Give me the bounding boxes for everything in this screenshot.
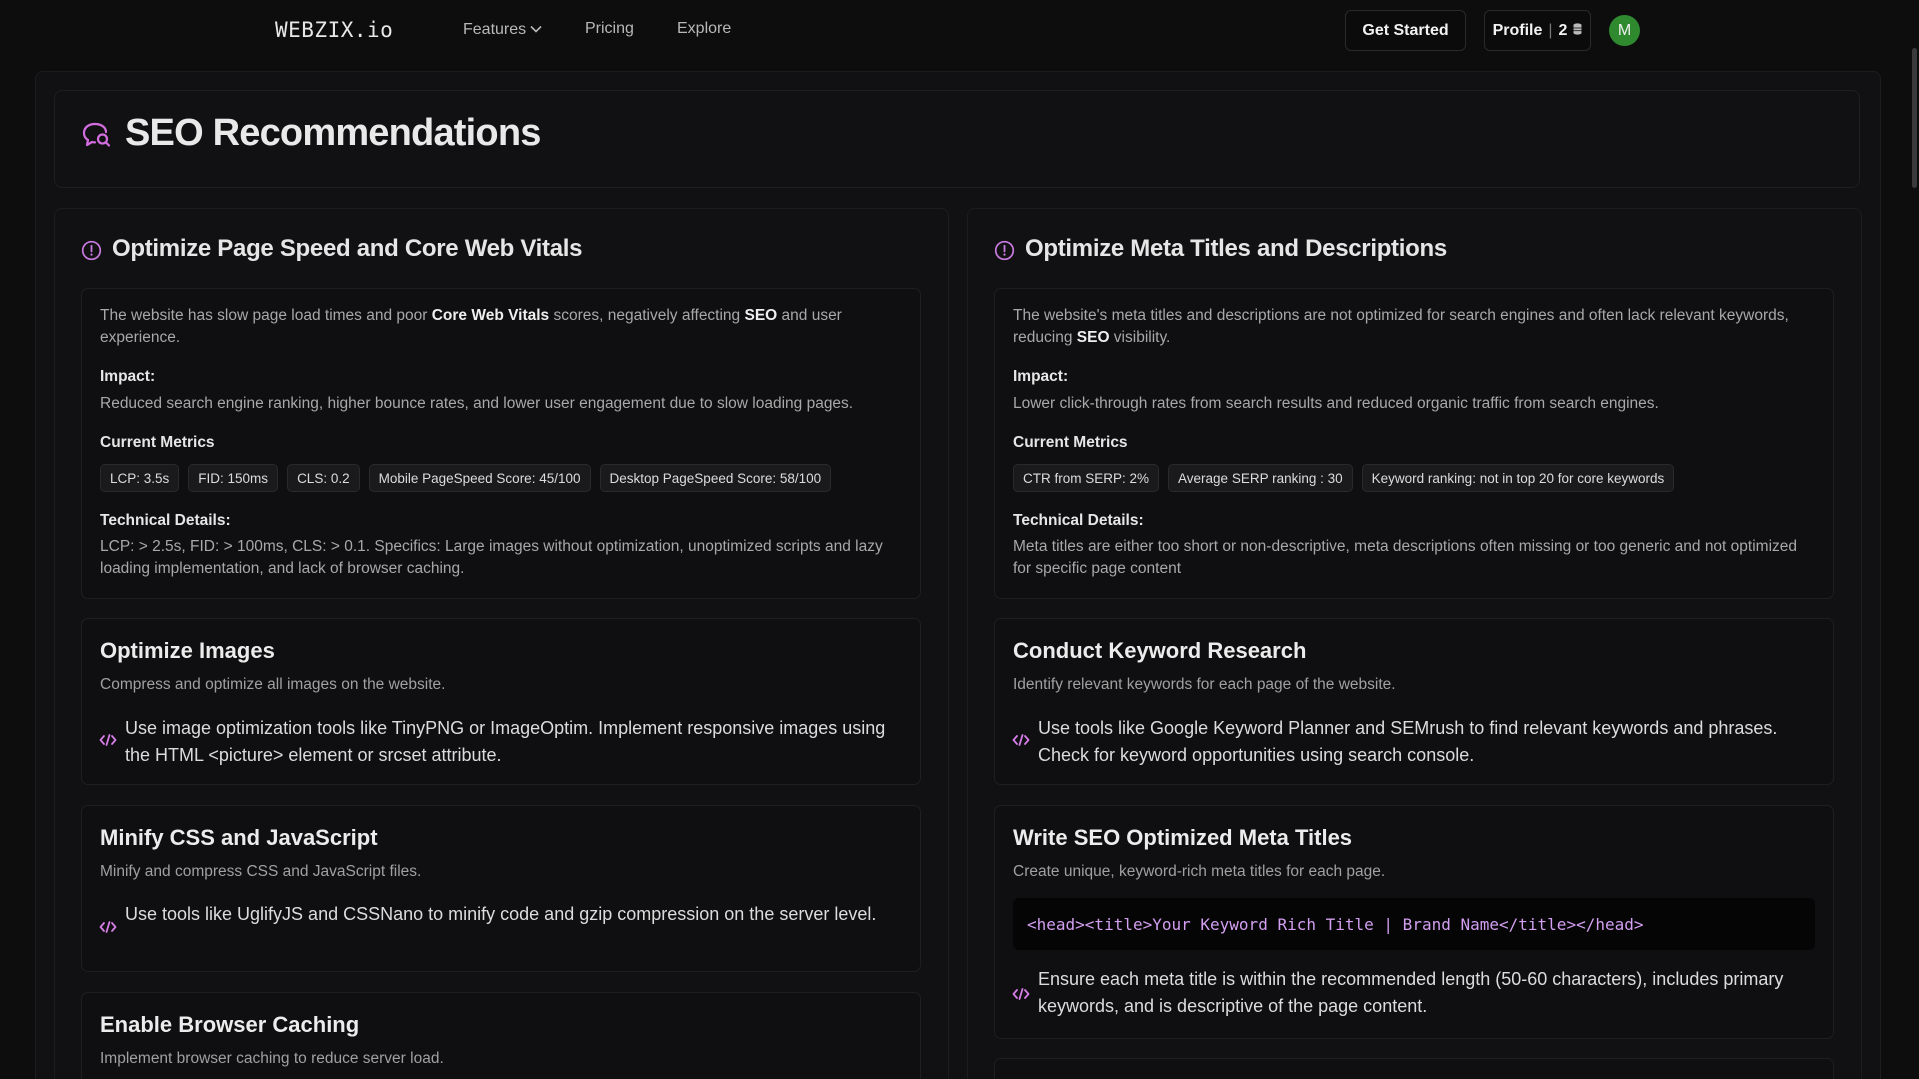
- right-column-title: Optimize Meta Titles and Descriptions: [1025, 235, 1447, 262]
- rec-body: Ensure each meta title is within the rec…: [1038, 969, 1784, 1016]
- rec-subtitle: Create unique, keyword-rich meta titles …: [1013, 863, 1386, 880]
- get-started-button[interactable]: Get Started: [1345, 10, 1466, 51]
- code-icon: [99, 733, 117, 752]
- left-tech: LCP: > 2.5s, FID: > 100ms, CLS: > 0.1. S…: [100, 538, 883, 577]
- left-description: The website has slow page load times and…: [100, 307, 842, 346]
- metric-chip: Keyword ranking: not in top 20 for core …: [1361, 464, 1675, 492]
- right-description: The website's meta titles and descriptio…: [1013, 307, 1789, 346]
- code-snippet: <head><title>Your Keyword Rich Title | B…: [1013, 898, 1815, 950]
- alert-circle-icon: [81, 240, 102, 266]
- right-metrics: CTR from SERP: 2% Average SERP ranking :…: [1013, 464, 1675, 492]
- metric-chip: Average SERP ranking : 30: [1168, 464, 1353, 492]
- code-icon: [99, 920, 117, 939]
- metric-chip: Mobile PageSpeed Score: 45/100: [368, 464, 591, 492]
- rec-title: Enable Browser Caching: [100, 1012, 360, 1037]
- left-impact: Reduced search engine ranking, higher bo…: [100, 395, 854, 412]
- rec-title: Conduct Keyword Research: [1013, 638, 1307, 663]
- code-icon: [1012, 987, 1030, 1006]
- metric-chip: LCP: 3.5s: [100, 464, 180, 492]
- rec-subtitle: Minify and compress CSS and JavaScript f…: [100, 863, 422, 880]
- left-metrics: LCP: 3.5s FID: 150ms CLS: 0.2 Mobile Pag…: [100, 464, 832, 492]
- code-icon: [1012, 733, 1030, 752]
- left-metrics-label: Current Metrics: [100, 434, 215, 451]
- alert-circle-icon: [994, 240, 1015, 266]
- scrollbar[interactable]: [1912, 48, 1917, 188]
- nav-features-label: Features: [463, 21, 527, 38]
- rec-title: Minify CSS and JavaScript: [100, 825, 378, 850]
- left-tech-label: Technical Details:: [100, 512, 231, 529]
- rec-subtitle: Compress and optimize all images on the …: [100, 676, 446, 693]
- page-title: SEO Recommendations: [125, 112, 541, 154]
- rec-card-next: [994, 1058, 1834, 1079]
- rec-body: Use tools like Google Keyword Planner an…: [1038, 718, 1778, 765]
- search-chat-icon: [82, 121, 112, 154]
- rec-title: Write SEO Optimized Meta Titles: [1013, 825, 1353, 850]
- profile-label: Profile: [1492, 21, 1543, 39]
- metric-chip: Desktop PageSpeed Score: 58/100: [599, 464, 832, 492]
- nav-pricing[interactable]: Pricing: [585, 20, 634, 38]
- nav-explore[interactable]: Explore: [677, 20, 731, 38]
- metric-chip: CLS: 0.2: [287, 464, 360, 492]
- rec-title: Optimize Images: [100, 638, 275, 663]
- database-icon: [1573, 22, 1582, 40]
- nav-features[interactable]: Features: [463, 20, 542, 39]
- right-tech-label: Technical Details:: [1013, 512, 1144, 529]
- profile-count: 2: [1558, 21, 1568, 39]
- left-column-title: Optimize Page Speed and Core Web Vitals: [112, 235, 583, 262]
- profile-divider: |: [1548, 21, 1553, 39]
- left-impact-label: Impact:: [100, 368, 156, 385]
- metric-chip: CTR from SERP: 2%: [1013, 464, 1160, 492]
- rec-subtitle: Implement browser caching to reduce serv…: [100, 1050, 444, 1067]
- metric-chip: FID: 150ms: [188, 464, 279, 492]
- rec-body: Use tools like UglifyJS and CSSNano to m…: [125, 904, 877, 924]
- right-tech: Meta titles are either too short or non-…: [1013, 538, 1798, 577]
- chevron-down-icon: [530, 20, 542, 38]
- rec-body: Use image optimization tools like TinyPN…: [125, 718, 886, 765]
- profile-button[interactable]: Profile | 2: [1484, 10, 1591, 51]
- right-impact: Lower click-through rates from search re…: [1013, 395, 1659, 412]
- top-nav: WEBZIX.io Features Pricing Explore Get S…: [0, 0, 1919, 60]
- rec-subtitle: Identify relevant keywords for each page…: [1013, 676, 1396, 693]
- right-metrics-label: Current Metrics: [1013, 434, 1128, 451]
- right-impact-label: Impact:: [1013, 368, 1069, 385]
- logo[interactable]: WEBZIX.io: [275, 18, 393, 42]
- avatar[interactable]: M: [1609, 15, 1640, 46]
